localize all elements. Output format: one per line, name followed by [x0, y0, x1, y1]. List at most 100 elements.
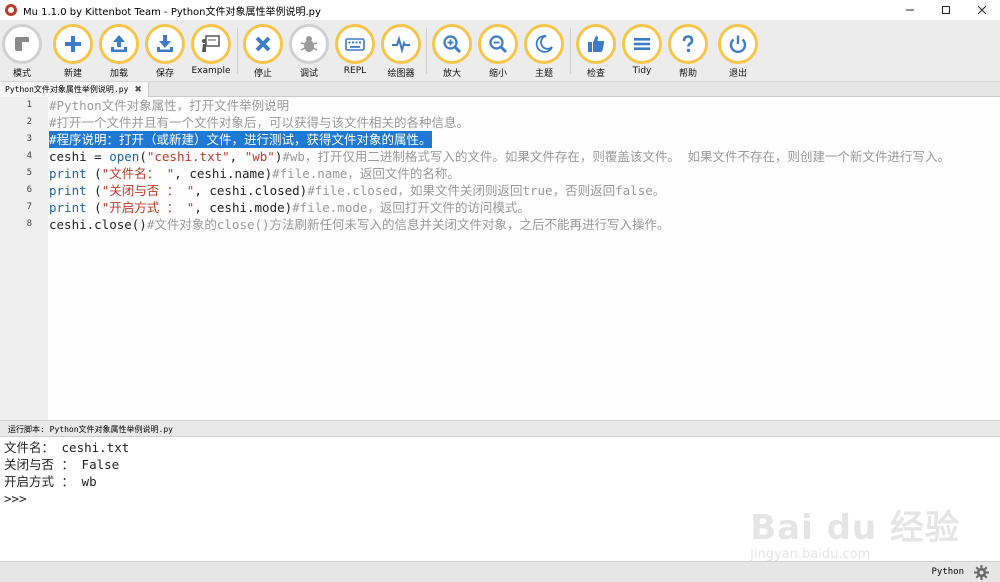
tab-close-icon[interactable]: ✖ — [134, 85, 142, 95]
window-title: Mu 1.1.0 by Kittenbot Team - Python文件对象属… — [23, 6, 321, 18]
zoom-in-button[interactable]: 放大 — [430, 24, 474, 82]
output-line: 关闭与否 ： False — [4, 457, 120, 472]
repl-prompt[interactable]: >>> — [4, 490, 27, 507]
maximize-button[interactable] — [928, 0, 964, 20]
gear-icon[interactable] — [973, 564, 990, 581]
presentation-icon — [202, 35, 220, 52]
zoom-out-label: 缩小 — [488, 69, 507, 79]
baidu-jingyan-watermark: Bai du 经验 jingyan.baidu.com — [750, 500, 960, 562]
line-number: 7 — [26, 202, 32, 212]
code-token: "ceshi.txt" — [146, 149, 230, 164]
tab-python-file[interactable]: Python文件对象属性举例说明.py ✖ — [0, 82, 149, 97]
code-line-selected[interactable]: #程序说明：打开（或新建）文件，进行测试，获得文件对象的属性。 — [49, 131, 432, 148]
window-controls — [892, 0, 1000, 20]
quit-label: 退出 — [728, 69, 747, 79]
plotter-button[interactable]: 绘图器 — [379, 24, 423, 82]
code-token: , — [229, 149, 245, 164]
code-token: "开启方式 ： " — [101, 200, 195, 215]
watermark-url: jingyan.baidu.com — [750, 547, 871, 562]
code-line[interactable]: print ("文件名： ", ceshi.name)#file.name，返回… — [49, 165, 460, 182]
load-button[interactable]: 加载 — [97, 24, 141, 82]
question-icon — [682, 35, 694, 53]
help-button[interactable]: 帮助 — [666, 24, 710, 82]
code-line[interactable]: ceshi = open("ceshi.txt", "wb")#wb，打开仅用二… — [49, 148, 950, 165]
code-token: , ceshi.closed) — [194, 183, 308, 198]
code-line[interactable]: #Python文件对象属性，打开文件举例说明 — [49, 97, 289, 114]
example-label: Example — [191, 66, 231, 76]
tab-label: Python文件对象属性举例说明.py — [5, 85, 129, 94]
example-button[interactable]: Example — [189, 24, 233, 82]
theme-button[interactable]: 主题 — [522, 24, 566, 82]
save-button[interactable]: 保存 — [143, 24, 187, 82]
mu-editor-window: Mu 1.1.0 by Kittenbot Team - Python文件对象属… — [0, 0, 1000, 582]
line-number: 4 — [26, 151, 32, 161]
new-button[interactable]: 新建 — [51, 24, 95, 82]
output-line: 文件名： ceshi.txt — [4, 440, 130, 455]
code-token: "wb" — [244, 149, 275, 164]
code-token: "文件名： " — [101, 166, 175, 181]
zoom-in-label: 放大 — [442, 69, 461, 79]
mode-button[interactable]: 模式 — [0, 24, 44, 82]
close-window-button[interactable] — [964, 0, 1000, 20]
bug-icon — [300, 36, 318, 52]
mode-indicator[interactable]: Python — [931, 567, 964, 577]
minimize-button[interactable] — [892, 0, 928, 20]
line-number: 5 — [26, 168, 32, 178]
code-token: #file.mode，返回打开文件的访问模式。 — [292, 200, 530, 215]
pulse-icon — [392, 35, 410, 54]
new-label: 新建 — [63, 69, 82, 79]
code-token: ceshi.close() — [49, 217, 147, 232]
tidy-button[interactable]: Tidy — [620, 24, 664, 82]
code-editor[interactable]: 1 2 3 4 5 6 7 8 #Python文件对象属性，打开文件举例说明 #打… — [0, 97, 1000, 420]
help-label: 帮助 — [678, 69, 697, 79]
code-line[interactable]: ceshi.close()#文件对象的close()方法刷新任何未写入的信息并关… — [49, 216, 670, 233]
output-line: 开启方式 ： wb — [4, 474, 97, 489]
code-token: , ceshi.mode) — [194, 200, 293, 215]
code-token: #file.closed，如果文件关闭则返回true，否则返回false。 — [307, 183, 666, 198]
line-number: 8 — [26, 219, 32, 229]
toolbar-separator — [426, 28, 427, 74]
tab-bar: Python文件对象属性举例说明.py ✖ — [0, 82, 1000, 97]
close-icon — [255, 36, 271, 52]
line-number-gutter: 1 2 3 4 5 6 7 8 — [0, 97, 48, 420]
code-line[interactable]: print ("关闭与否 ： ", ceshi.closed)#file.clo… — [49, 182, 665, 199]
plotter-label: 绘图器 — [387, 69, 415, 79]
code-token: #wb，打开仅用二进制格式写入的文件。如果文件存在，则覆盖该文件。 如果文件不存… — [282, 149, 950, 164]
check-button[interactable]: 检查 — [574, 24, 618, 82]
theme-label: 主题 — [534, 69, 553, 79]
code-token: open — [109, 149, 140, 164]
repl-label: REPL — [343, 66, 367, 76]
code-line[interactable]: print ("开启方式 ： ", ceshi.mode)#file.mode，… — [49, 199, 530, 216]
close-icon — [977, 5, 987, 15]
debug-button[interactable]: 调试 — [287, 24, 331, 82]
load-label: 加载 — [109, 69, 128, 79]
line-number: 2 — [26, 117, 32, 127]
code-token: ( — [86, 183, 102, 198]
debug-label: 调试 — [299, 69, 318, 79]
minimize-icon — [906, 9, 914, 11]
line-number: 1 — [26, 100, 32, 110]
maximize-icon — [942, 6, 950, 14]
code-token: print — [49, 166, 87, 181]
code-token: print — [49, 200, 87, 215]
mode-label: 模式 — [12, 69, 31, 79]
code-token: print — [49, 183, 87, 198]
code-token: ( — [86, 166, 102, 181]
line-number: 3 — [26, 134, 32, 144]
line-number: 6 — [26, 185, 32, 195]
moon-icon — [535, 35, 553, 53]
code-token: #文件对象的close()方法刷新任何未写入的信息并关闭文件对象，之后不能再进行… — [146, 217, 670, 232]
code-token: #打开一个文件并且有一个文件对象后，可以获得与该文件相关的各种信息。 — [49, 115, 470, 130]
tidy-label: Tidy — [632, 66, 652, 76]
zoom-out-button[interactable]: 缩小 — [476, 24, 520, 82]
toolbar-separator — [237, 28, 238, 74]
quit-button[interactable]: 退出 — [716, 24, 760, 82]
toolbar: 模式 新建 加载 保存 Example 停止 调试 REPL 绘图器 放大 缩小… — [0, 20, 1000, 82]
stop-button[interactable]: 停止 — [241, 24, 285, 82]
save-label: 保存 — [155, 69, 174, 79]
repl-button[interactable]: REPL — [333, 24, 377, 82]
repl-title: 运行脚本: Python文件对象属性举例说明.py — [8, 425, 173, 434]
code-token: "关闭与否 ： " — [101, 183, 195, 198]
code-line[interactable]: #打开一个文件并且有一个文件对象后，可以获得与该文件相关的各种信息。 — [49, 114, 469, 131]
zoom-out-icon — [489, 35, 508, 54]
